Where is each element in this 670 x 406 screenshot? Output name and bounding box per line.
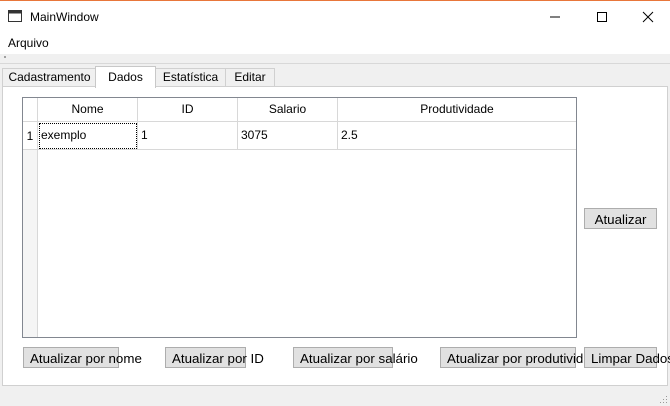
status-bar	[0, 386, 670, 406]
maximize-icon	[597, 12, 607, 22]
minimize-icon	[550, 16, 560, 18]
row-header[interactable]: 1	[23, 122, 38, 150]
close-button[interactable]	[625, 1, 670, 32]
atualizar-por-nome-button[interactable]: Atualizar por nome	[23, 347, 142, 368]
tab-cadastramento[interactable]: Cadastramento	[2, 68, 97, 87]
column-header-id[interactable]: ID	[138, 98, 238, 122]
limpar-dados-button[interactable]: Limpar Dados	[584, 347, 670, 368]
table-corner-button[interactable]	[23, 98, 38, 122]
row-header-strip	[23, 122, 38, 337]
size-grip-icon[interactable]	[658, 394, 668, 404]
column-header-produtividade[interactable]: Produtividade	[338, 98, 576, 122]
tab-estatistica[interactable]: Estatística	[154, 68, 227, 87]
tab-dados[interactable]: Dados	[95, 66, 156, 88]
title-bar: MainWindow	[0, 0, 670, 32]
table-cell-salario[interactable]: 3075	[238, 122, 338, 150]
atualizar-por-id-button[interactable]: Atualizar por ID	[165, 347, 264, 368]
toolbar-grip-icon[interactable]	[4, 56, 6, 58]
tab-editar[interactable]: Editar	[225, 68, 275, 87]
table-cell-id[interactable]: 1	[138, 122, 238, 150]
close-icon	[642, 11, 654, 23]
data-table[interactable]: Nome ID Salario Produtividade 1 exemplo …	[22, 97, 577, 338]
column-header-nome[interactable]: Nome	[38, 98, 138, 122]
menu-bar: Arquivo	[0, 32, 670, 54]
atualizar-button[interactable]: Atualizar	[584, 208, 657, 229]
toolbar-strip	[0, 54, 670, 64]
maximize-button[interactable]	[579, 1, 625, 32]
atualizar-por-salario-button[interactable]: Atualizar por salário	[293, 347, 418, 368]
table-cell-produtividade[interactable]: 2.5	[338, 122, 576, 150]
app-window-icon	[8, 10, 22, 22]
column-header-salario[interactable]: Salario	[238, 98, 338, 122]
menu-arquivo[interactable]: Arquivo	[8, 36, 49, 50]
minimize-button[interactable]	[532, 1, 578, 32]
atualizar-por-produtividade-button[interactable]: Atualizar por produtividade	[440, 347, 606, 368]
window-title: MainWindow	[30, 10, 99, 24]
table-cell-nome[interactable]: exemplo	[38, 122, 138, 150]
